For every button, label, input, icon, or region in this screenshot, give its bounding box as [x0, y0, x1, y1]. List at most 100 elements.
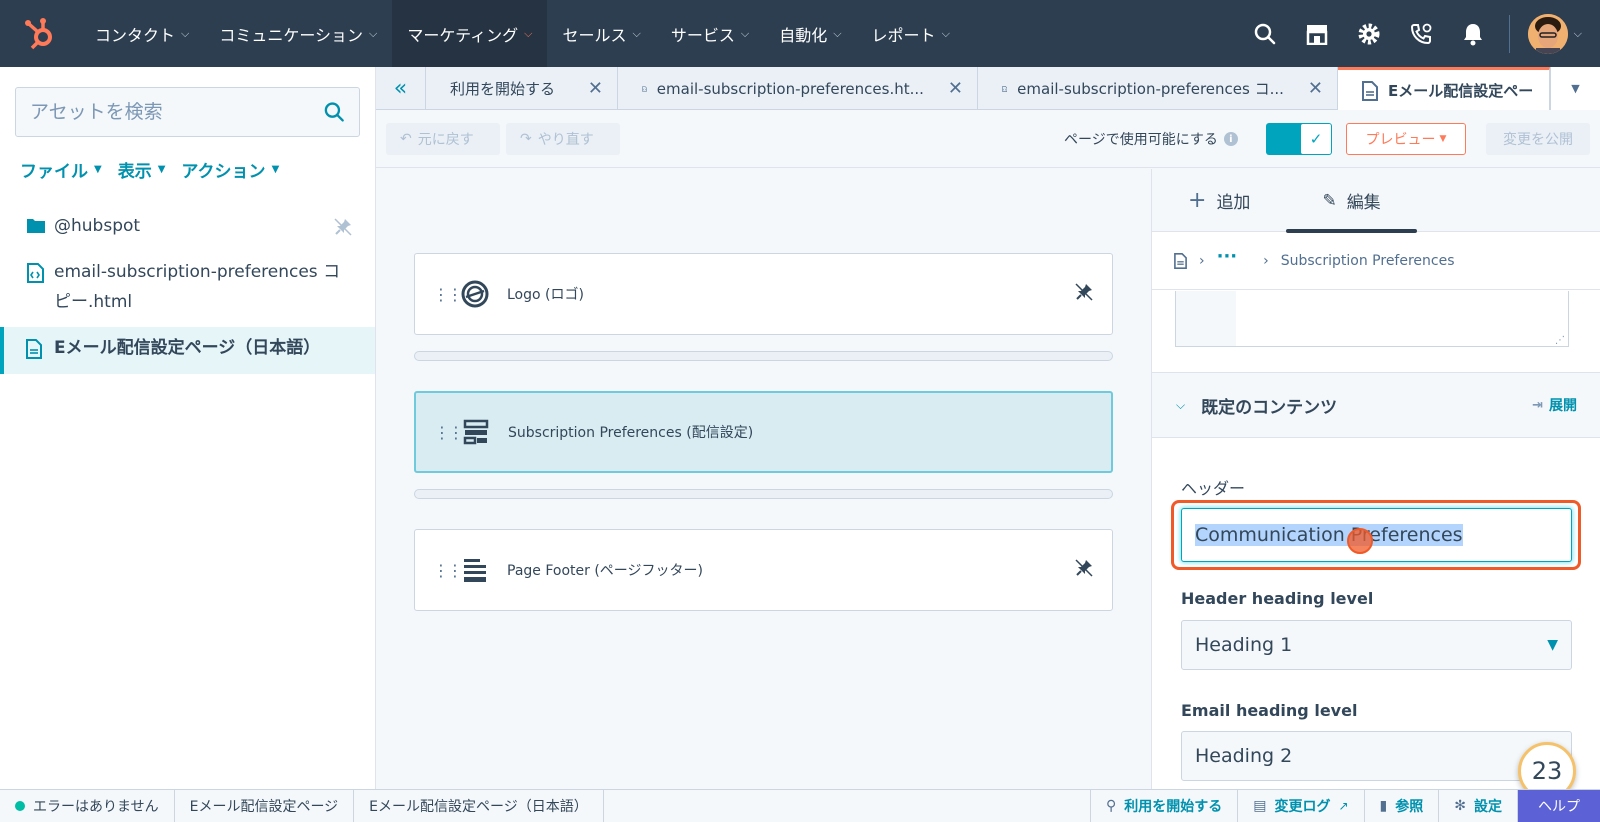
resize-handle-icon[interactable]: ⋰: [1555, 335, 1565, 346]
form-module-icon: [454, 419, 498, 445]
asset-sidebar: ファイル▼ 表示▼ アクション▼ @hubspot email-subscrip…: [0, 67, 376, 789]
tab-edit[interactable]: ✎ 編集: [1286, 169, 1417, 233]
tab-add[interactable]: + 追加: [1152, 169, 1286, 232]
preview-button[interactable]: プレビュー ▼: [1346, 123, 1466, 155]
nav-item-service[interactable]: サービス ⌵: [656, 0, 764, 67]
phone-icon[interactable]: [1395, 0, 1447, 67]
changelog-icon: ▤: [1253, 798, 1267, 814]
breadcrumb-current: Subscription Preferences: [1280, 252, 1455, 269]
chevron-down-icon: ⌵: [1573, 26, 1582, 40]
status-crumb-parent[interactable]: Eメール配信設定ページ: [175, 789, 355, 822]
email-heading-level-select[interactable]: Heading 2: [1181, 731, 1572, 781]
nav-item-communication[interactable]: コミュニケーション ⌵: [204, 0, 392, 67]
bell-icon[interactable]: [1447, 0, 1499, 67]
marketplace-icon[interactable]: [1291, 0, 1343, 67]
gear-icon[interactable]: [1343, 0, 1395, 67]
tab-email-preferences-page[interactable]: Eメール配信設定ペー: [1338, 67, 1550, 111]
nav-item-reports[interactable]: レポート ⌵: [857, 0, 965, 67]
header-input[interactable]: Communication Preferences: [1181, 508, 1572, 562]
search-icon[interactable]: [1239, 0, 1291, 67]
page-icon: [26, 337, 54, 364]
search-icon[interactable]: [324, 101, 345, 123]
chevron-right-icon: ›: [1263, 252, 1269, 269]
status-bar: エラーはありません Eメール配信設定ページ Eメール配信設定ページ（日本語） ⚲…: [0, 789, 1600, 822]
header-heading-level-select[interactable]: Heading 1 ▼: [1181, 620, 1572, 670]
drag-handle-icon[interactable]: ⋮⋮: [434, 423, 464, 442]
changelog-link[interactable]: ▤ 変更ログ ↗: [1238, 789, 1365, 822]
expand-button[interactable]: ⇥ 展開: [1532, 395, 1577, 415]
nav-item-sales[interactable]: セールス ⌵: [547, 0, 655, 67]
email-heading-level-label: Email heading level: [1181, 701, 1358, 720]
pencil-icon: ✎: [1322, 190, 1337, 211]
caret-down-icon: ▼: [94, 164, 102, 175]
info-icon[interactable]: i: [1223, 132, 1238, 146]
external-link-icon: ↗: [1338, 799, 1349, 813]
hubspot-logo-icon[interactable]: [0, 0, 80, 67]
gear-icon: ✻: [1454, 798, 1466, 814]
user-menu[interactable]: ⌵: [1520, 13, 1600, 54]
pin-off-icon[interactable]: [1074, 282, 1094, 306]
asset-search-box[interactable]: [15, 87, 360, 137]
tab-get-started[interactable]: 利用を開始する ✕: [426, 67, 618, 110]
file-menu[interactable]: ファイル ▼: [20, 157, 102, 182]
drop-zone[interactable]: [414, 351, 1113, 361]
close-icon[interactable]: ✕: [934, 78, 963, 99]
settings-link[interactable]: ✻ 設定: [1439, 789, 1518, 822]
pin-off-icon[interactable]: [1074, 558, 1094, 582]
module-page-footer[interactable]: ⋮⋮ Page Footer (ページフッター): [414, 529, 1113, 611]
click-indicator: [1347, 528, 1373, 554]
nav-item-marketing[interactable]: マーケティング ⌵: [392, 0, 548, 67]
reference-link[interactable]: ▮ 参照: [1365, 789, 1440, 822]
logo-module-icon: [453, 279, 497, 309]
caret-down-icon: ▼: [1439, 134, 1447, 144]
text-area[interactable]: ⋰: [1175, 291, 1569, 347]
editor-canvas: ⋮⋮ Logo (ロゴ) ⋮⋮ Subscription Preferences…: [376, 169, 1151, 789]
close-icon[interactable]: ✕: [574, 78, 603, 99]
breadcrumb-more[interactable]: ···: [1217, 246, 1238, 267]
chevron-down-icon: ⌵: [632, 26, 641, 40]
publish-changes-button[interactable]: 変更を公開: [1486, 123, 1590, 155]
avatar: [1527, 13, 1568, 54]
asset-tree: @hubspot email-subscription-preferences …: [0, 205, 375, 374]
close-icon[interactable]: ✕: [1294, 78, 1323, 99]
tab-subscription-html[interactable]: email-subscription-preferences.ht... ✕: [618, 67, 978, 110]
help-button[interactable]: ヘルプ: [1518, 789, 1600, 822]
page-icon: [1362, 80, 1378, 101]
plus-icon: +: [1188, 188, 1207, 213]
book-icon: ▮: [1379, 798, 1388, 814]
redo-button[interactable]: ↷ やり直す: [506, 123, 620, 155]
undo-button[interactable]: ↶ 元に戻す: [386, 123, 500, 155]
redo-icon: ↷: [520, 131, 532, 147]
undo-icon: ↶: [400, 131, 412, 147]
code-file-icon: [26, 261, 54, 288]
tree-item-hubspot-folder[interactable]: @hubspot: [0, 205, 375, 251]
tab-subscription-copy[interactable]: email-subscription-preferences コ... ✕: [978, 67, 1338, 110]
page-icon[interactable]: [1174, 252, 1187, 269]
module-subscription-preferences[interactable]: ⋮⋮ Subscription Preferences (配信設定): [414, 391, 1113, 473]
drag-handle-icon[interactable]: ⋮⋮: [433, 285, 463, 304]
tree-item-template-copy[interactable]: email-subscription-preferences コピー.html: [0, 251, 375, 327]
default-content-section[interactable]: ⌵ 既定のコンテンツ ⇥ 展開: [1152, 372, 1600, 438]
view-menu[interactable]: 表示 ▼: [118, 157, 166, 182]
nav-item-automation[interactable]: 自動化 ⌵: [764, 0, 856, 67]
caret-down-icon: ▼: [1547, 637, 1558, 653]
asset-search-input[interactable]: [30, 101, 325, 123]
enable-on-page-toggle[interactable]: ✓: [1266, 123, 1332, 155]
folder-icon: [26, 215, 54, 239]
code-file-icon: [1002, 85, 1008, 92]
pin-off-icon[interactable]: [333, 217, 353, 242]
code-file-icon: [642, 85, 647, 92]
editor-toolbar: ↶ 元に戻す ↷ やり直す ページで使用可能にする i ✓ プレビュー ▼ 変更を公開: [376, 110, 1600, 168]
drop-zone[interactable]: [414, 489, 1113, 499]
collapse-sidebar-icon[interactable]: «: [376, 67, 426, 110]
more-tabs-icon[interactable]: ▼: [1550, 67, 1600, 110]
get-started-link[interactable]: ⚲ 利用を開始する: [1089, 789, 1239, 822]
nav-item-contacts[interactable]: コンタクト ⌵: [80, 0, 204, 67]
chevron-down-icon: ⌵: [740, 26, 750, 40]
drag-handle-icon[interactable]: ⋮⋮: [433, 561, 463, 580]
module-settings-panel: + 追加 ✎ 編集 › ··· › Subscription Preferenc…: [1151, 169, 1600, 789]
module-logo[interactable]: ⋮⋮ Logo (ロゴ): [414, 253, 1113, 335]
actions-menu[interactable]: アクション ▼: [181, 157, 279, 182]
tree-item-email-preferences-page[interactable]: Eメール配信設定ページ（日本語）: [0, 327, 375, 374]
nav-divider: [1508, 14, 1510, 53]
